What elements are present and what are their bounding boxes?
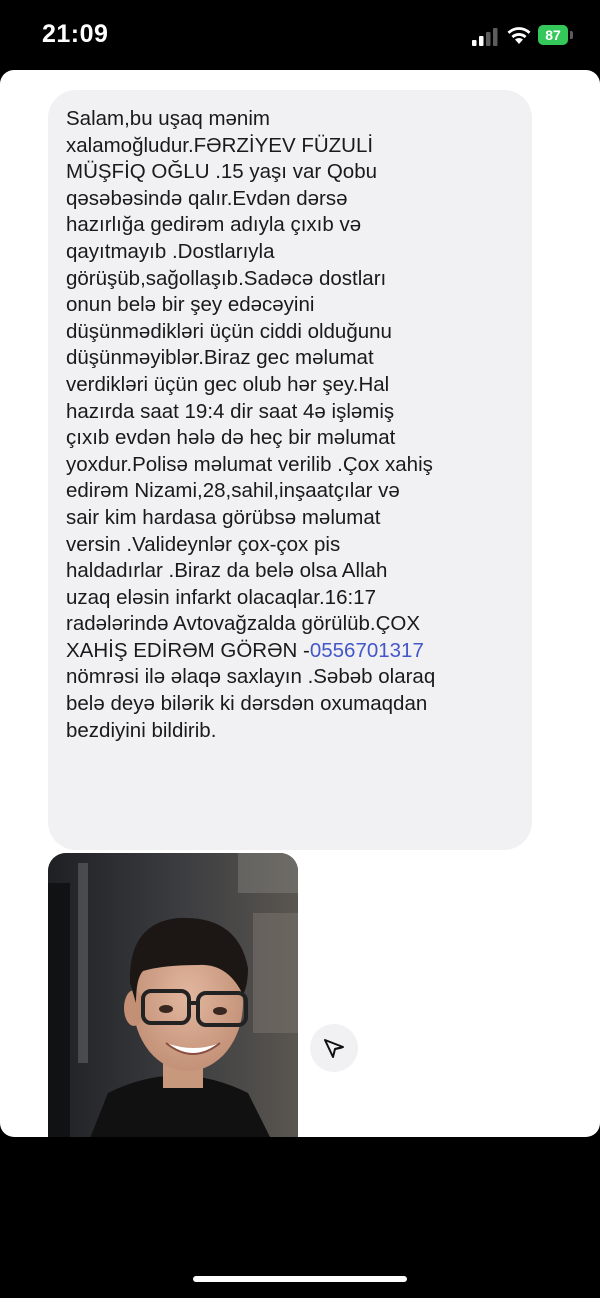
wifi-icon [507,27,531,44]
battery-icon: 87 [538,25,574,45]
person-photo [48,853,298,1137]
home-indicator[interactable] [193,1276,407,1282]
message-text-part2: nömrəsi ilə əlaqə saxlayın .Səbəb olaraq… [66,665,436,742]
message-text: Salam,bu uşaq mənim xalamoğludur.FƏRZİYE… [66,106,516,744]
paper-plane-icon [324,1039,344,1058]
status-time: 21:09 [42,20,109,48]
battery-tip [570,31,573,39]
cellular-signal-icon [472,28,498,46]
battery-level: 87 [538,25,568,45]
shared-photo[interactable] [48,853,298,1137]
message-bubble[interactable]: Salam,bu uşaq mənim xalamoğludur.FƏRZİYE… [48,90,532,850]
status-bar: 21:09 87 [0,0,600,72]
phone-number-link[interactable]: 0556701317 [310,639,424,662]
message-text-part1: Salam,bu uşaq mənim xalamoğludur.FƏRZİYE… [66,107,433,662]
share-button[interactable] [310,1024,358,1072]
message-sheet: Salam,bu uşaq mənim xalamoğludur.FƏRZİYE… [0,70,600,1137]
